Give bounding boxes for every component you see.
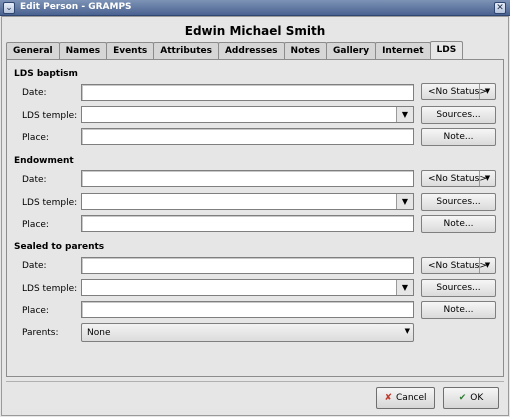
chevron-down-icon[interactable]: ▼ xyxy=(396,280,413,295)
endowment-date-label: Date: xyxy=(22,175,47,185)
parents-value: None xyxy=(87,328,111,338)
chevron-down-icon: ⌄ xyxy=(5,3,13,13)
sealed-date-label: Date: xyxy=(22,261,47,271)
tab-lds[interactable]: LDS xyxy=(429,41,464,59)
chevron-down-icon: ▼ xyxy=(479,258,495,273)
cancel-icon: ✘ xyxy=(384,393,393,403)
close-icon: ✕ xyxy=(496,3,504,13)
endowment-sources-button[interactable]: Sources... xyxy=(421,193,496,211)
baptism-note-button[interactable]: Note... xyxy=(421,128,496,146)
chevron-down-icon: ▼ xyxy=(404,327,410,335)
section-title-endowment: Endowment xyxy=(14,156,74,166)
ok-button[interactable]: ✔ OK xyxy=(443,387,499,409)
baptism-place-field[interactable] xyxy=(81,128,414,145)
endowment-note-button[interactable]: Note... xyxy=(421,215,496,233)
window-title: Edit Person - GRAMPS xyxy=(20,2,132,12)
baptism-status-select[interactable]: <No Status> ▼ xyxy=(421,83,496,100)
sealed-date-field[interactable] xyxy=(81,257,414,274)
tab-bar: General Names Events Attributes Addresse… xyxy=(6,41,464,59)
baptism-place-label: Place: xyxy=(22,133,49,143)
sealed-temple-combo[interactable]: ▼ xyxy=(81,279,414,296)
baptism-date-label: Date: xyxy=(22,88,47,98)
chevron-down-icon: ▼ xyxy=(479,84,495,99)
tab-attributes[interactable]: Attributes xyxy=(153,42,219,59)
parents-select[interactable]: None ▼ xyxy=(81,323,414,342)
baptism-temple-combo[interactable]: ▼ xyxy=(81,106,414,123)
tab-events[interactable]: Events xyxy=(106,42,155,59)
parents-label: Parents: xyxy=(22,328,59,338)
sealed-note-button[interactable]: Note... xyxy=(421,301,496,319)
endowment-date-field[interactable] xyxy=(81,170,414,187)
cancel-button[interactable]: ✘ Cancel xyxy=(376,387,435,409)
chevron-down-icon[interactable]: ▼ xyxy=(396,194,413,209)
tab-gallery[interactable]: Gallery xyxy=(326,42,377,59)
tab-general[interactable]: General xyxy=(6,42,60,59)
window-close-button[interactable]: ✕ xyxy=(494,2,506,14)
endowment-temple-label: LDS temple: xyxy=(22,198,78,208)
sealed-place-field[interactable] xyxy=(81,301,414,318)
baptism-sources-button[interactable]: Sources... xyxy=(421,106,496,124)
baptism-temple-label: LDS temple: xyxy=(22,111,78,121)
sealed-place-label: Place: xyxy=(22,306,49,316)
window-menu-button[interactable]: ⌄ xyxy=(3,2,15,14)
sealed-status-select[interactable]: <No Status> ▼ xyxy=(421,257,496,274)
baptism-date-field[interactable] xyxy=(81,84,414,101)
chevron-down-icon: ▼ xyxy=(479,171,495,186)
sealed-sources-button[interactable]: Sources... xyxy=(421,279,496,297)
endowment-place-label: Place: xyxy=(22,220,49,230)
endowment-temple-combo[interactable]: ▼ xyxy=(81,193,414,210)
section-title-baptism: LDS baptism xyxy=(14,69,78,79)
tab-names[interactable]: Names xyxy=(58,42,108,59)
section-title-sealed: Sealed to parents xyxy=(14,242,105,252)
footer-separator xyxy=(6,381,504,382)
tab-internet[interactable]: Internet xyxy=(375,42,431,59)
ok-button-label: OK xyxy=(470,393,484,403)
person-name-heading: Edwin Michael Smith xyxy=(184,24,326,38)
endowment-status-select[interactable]: <No Status> ▼ xyxy=(421,170,496,187)
tab-addresses[interactable]: Addresses xyxy=(217,42,285,59)
tab-notes[interactable]: Notes xyxy=(283,42,328,59)
cancel-button-label: Cancel xyxy=(396,393,427,403)
title-bar[interactable]: ⌄ Edit Person - GRAMPS ✕ xyxy=(0,0,510,16)
checkmark-icon: ✔ xyxy=(458,393,467,403)
chevron-down-icon[interactable]: ▼ xyxy=(396,107,413,122)
endowment-place-field[interactable] xyxy=(81,215,414,232)
sealed-temple-label: LDS temple: xyxy=(22,284,78,294)
